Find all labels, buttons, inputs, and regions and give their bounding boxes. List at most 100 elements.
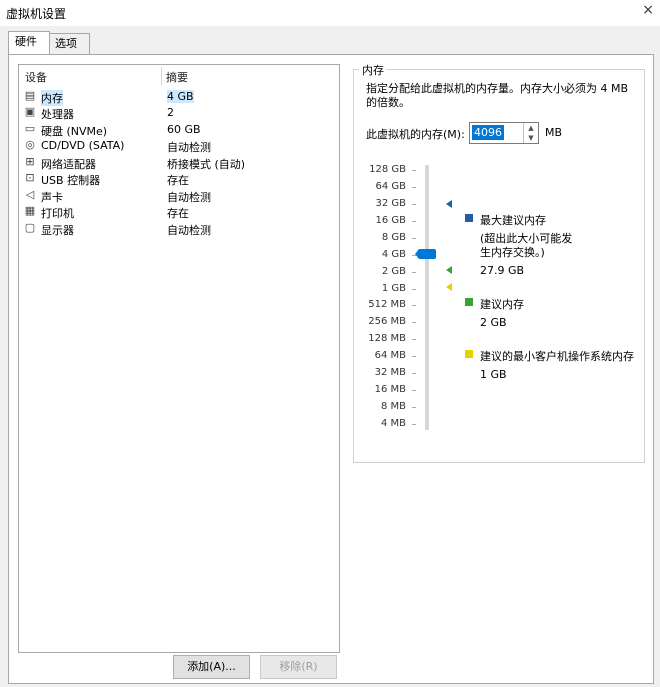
scale-label: 32 GB	[375, 198, 406, 209]
scale-label: 8 MB	[380, 401, 406, 412]
column-header-summary[interactable]: 摘要	[166, 69, 188, 85]
scale-tick	[412, 407, 416, 408]
memory-slider-track[interactable]	[425, 165, 429, 430]
device-summary: 自动检测	[167, 191, 211, 204]
device-row-display[interactable]: ▢ 显示器 自动检测	[21, 221, 337, 238]
recommended-value: 2 GB	[480, 316, 507, 329]
device-row-sound-card[interactable]: ◁ 声卡 自动检测	[21, 188, 337, 205]
max-recommended-label: 最大建议内存	[480, 214, 546, 227]
scale-tick	[412, 390, 416, 391]
scale-label: 4 GB	[381, 249, 406, 260]
min-guest-swatch	[465, 350, 473, 358]
device-name: 硬盘 (NVMe)	[41, 125, 108, 138]
scale-label: 16 MB	[374, 384, 406, 395]
device-summary: 4 GB	[167, 90, 194, 103]
device-summary: 2	[167, 106, 174, 119]
device-name: CD/DVD (SATA)	[41, 139, 125, 152]
recommended-label: 建议内存	[480, 298, 524, 311]
title-bar: 虚拟机设置 ×	[0, 0, 660, 26]
scale-label: 128 MB	[368, 333, 406, 344]
scale-tick	[412, 373, 416, 374]
add-button[interactable]: 添加(A)...	[173, 655, 250, 679]
scale-label: 8 GB	[381, 232, 406, 243]
printer-icon: ▦	[24, 204, 36, 217]
min-guest-marker-icon	[446, 283, 452, 291]
scale-tick	[412, 170, 416, 171]
device-row-harddisk[interactable]: ▭ 硬盘 (NVMe) 60 GB	[21, 122, 337, 139]
recommended-marker-icon	[446, 266, 452, 274]
device-name: 声卡	[41, 191, 63, 204]
scale-tick	[412, 272, 416, 273]
column-separator	[161, 67, 162, 85]
device-summary: 存在	[167, 174, 189, 187]
device-name: USB 控制器	[41, 174, 101, 187]
scale-tick	[412, 187, 416, 188]
device-summary: 自动检测	[167, 141, 211, 154]
min-guest-label: 建议的最小客户机操作系统内存	[480, 350, 634, 363]
device-summary: 存在	[167, 207, 189, 220]
sound-card-icon: ◁	[25, 188, 35, 201]
processor-icon: ▣	[24, 105, 36, 118]
network-adapter-icon: ⊞	[25, 155, 35, 168]
device-summary: 60 GB	[167, 123, 201, 136]
scale-label: 256 MB	[368, 316, 406, 327]
memory-input[interactable]: 4096	[472, 125, 504, 140]
memory-unit: MB	[545, 126, 563, 139]
scale-tick	[412, 424, 416, 425]
tab-hardware[interactable]: 硬件	[8, 31, 50, 54]
scale-label: 2 GB	[381, 266, 406, 277]
scale-label: 128 GB	[369, 164, 406, 175]
scale-tick	[412, 238, 416, 239]
spin-buttons[interactable]: ▲ ▼	[523, 123, 538, 143]
column-header-device[interactable]: 设备	[25, 69, 47, 85]
device-row-printer[interactable]: ▦ 打印机 存在	[21, 204, 337, 221]
max-recommended-marker-icon	[446, 200, 452, 208]
scale-tick	[412, 356, 416, 357]
memory-slider-thumb[interactable]	[418, 249, 436, 259]
remove-button[interactable]: 移除(R)	[260, 655, 337, 679]
device-row-processor[interactable]: ▣ 处理器 2	[21, 105, 337, 122]
memory-description: 指定分配给此虚拟机的内存量。内存大小必须为 4 MB 的倍数。	[366, 82, 629, 109]
device-name: 处理器	[41, 108, 74, 121]
scale-tick	[412, 289, 416, 290]
tab-options[interactable]: 选项	[48, 33, 90, 54]
device-name: 打印机	[41, 207, 74, 220]
scale-label: 32 MB	[374, 367, 406, 378]
recommended-swatch	[465, 298, 473, 306]
display-icon: ▢	[24, 221, 36, 234]
device-row-network-adapter[interactable]: ⊞ 网络适配器 桥接模式 (自动)	[21, 155, 337, 172]
scale-tick	[412, 305, 416, 306]
device-name: 网络适配器	[41, 158, 96, 171]
close-icon[interactable]: ×	[642, 2, 654, 18]
window-title: 虚拟机设置	[6, 7, 67, 21]
scale-tick	[412, 204, 416, 205]
memory-field-label: 此虚拟机的内存(M):	[366, 128, 465, 141]
spin-up-icon[interactable]: ▲	[524, 123, 538, 133]
device-row-usb-controller[interactable]: ⊡ USB 控制器 存在	[21, 171, 337, 188]
memory-spinbox[interactable]: 4096 ▲ ▼	[469, 122, 539, 144]
max-recommended-note: (超出此大小可能发生内存交换。)	[480, 232, 573, 259]
cd-dvd-icon: ◎	[25, 138, 35, 151]
scale-label: 4 MB	[380, 418, 406, 429]
scale-label: 64 MB	[374, 350, 406, 361]
device-list[interactable]: 设备 摘要 ▤ 内存 4 GB ▣ 处理器 2 ▭ 硬盘 (NVMe) 60 G…	[18, 64, 340, 653]
device-row-memory[interactable]: ▤ 内存 4 GB	[21, 89, 337, 106]
device-name: 显示器	[41, 224, 74, 237]
usb-controller-icon: ⊡	[25, 171, 35, 184]
max-recommended-swatch	[465, 214, 473, 222]
memory-icon: ▤	[24, 89, 36, 102]
scale-tick	[412, 221, 416, 222]
memory-group-title: 内存	[359, 62, 387, 78]
max-recommended-value: 27.9 GB	[480, 264, 525, 277]
scale-label: 64 GB	[375, 181, 406, 192]
device-summary: 自动检测	[167, 224, 211, 237]
device-row-cd-dvd[interactable]: ◎ CD/DVD (SATA) 自动检测	[21, 138, 337, 155]
scale-label: 512 MB	[368, 299, 406, 310]
min-guest-value: 1 GB	[480, 368, 507, 381]
scale-tick	[412, 339, 416, 340]
scale-tick	[412, 322, 416, 323]
scale-label: 1 GB	[381, 283, 406, 294]
spin-down-icon[interactable]: ▼	[524, 133, 538, 143]
harddisk-icon: ▭	[24, 122, 36, 135]
device-summary: 桥接模式 (自动)	[167, 158, 246, 171]
